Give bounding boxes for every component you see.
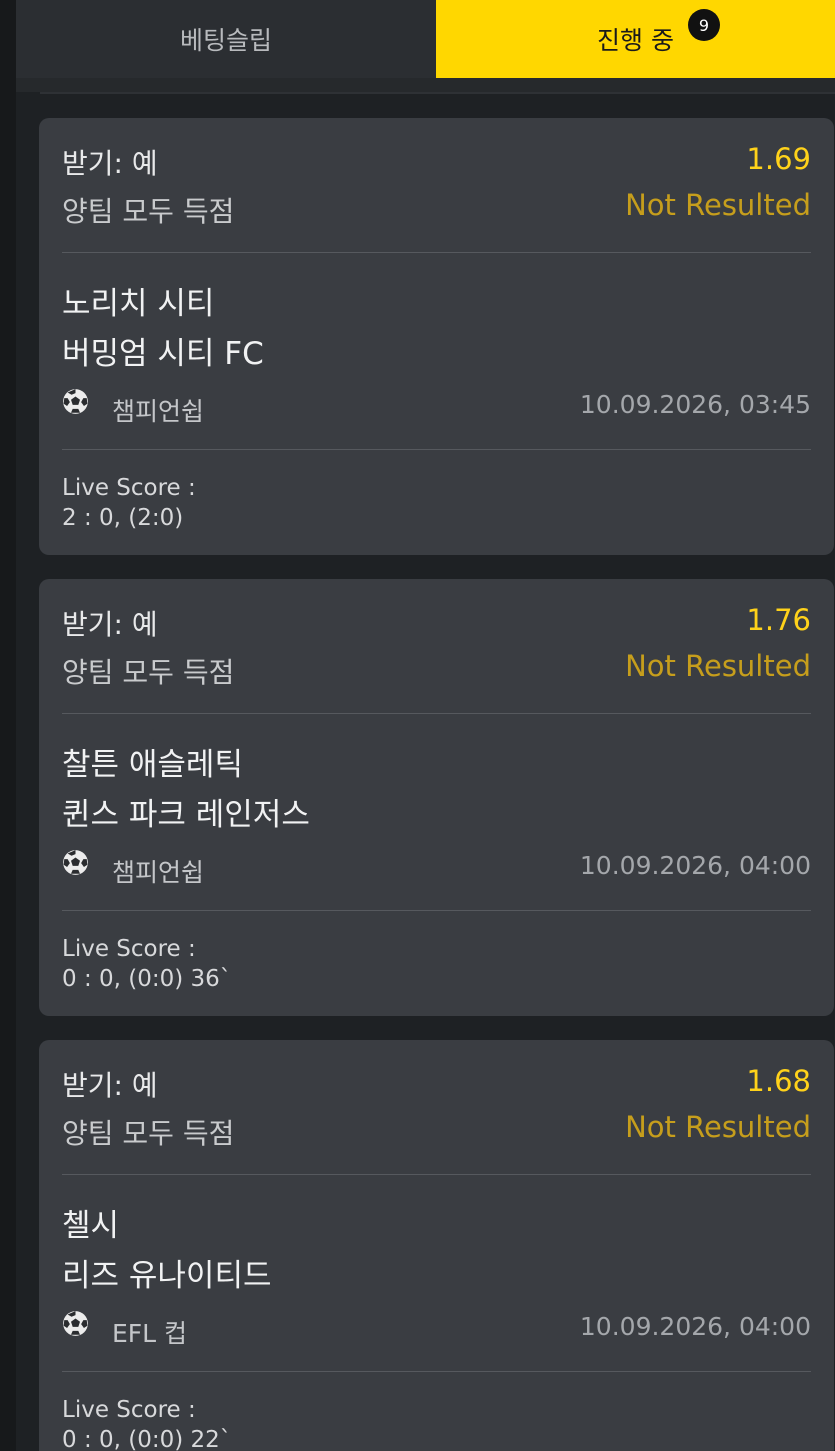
bet-selection: 받기: 예 — [62, 1069, 158, 1102]
league-name: 챔피언쉽 — [112, 397, 205, 426]
soccer-ball-icon — [63, 850, 88, 875]
live-score-label: Live Score : — [62, 936, 196, 962]
live-score-value: 0 : 0, (0:0) 36` — [62, 966, 232, 992]
home-team: 찰튼 애슬레틱 — [62, 747, 243, 783]
card-divider — [62, 1371, 811, 1372]
count-badge: 9 — [688, 9, 720, 41]
live-score-label: Live Score : — [62, 1397, 196, 1423]
tab-in-progress[interactable]: 진행 중 9 — [436, 0, 835, 78]
league-name: EFL 컵 — [112, 1319, 188, 1348]
soccer-ball-icon — [63, 389, 88, 414]
bet-odds: 1.69 — [746, 142, 811, 176]
bet-status: Not Resulted — [625, 1110, 811, 1144]
bet-status: Not Resulted — [625, 649, 811, 683]
match-datetime: 10.09.2026, 03:45 — [579, 390, 811, 419]
soccer-ball-icon — [63, 1311, 88, 1336]
live-score-label: Live Score : — [62, 475, 196, 501]
bet-card[interactable]: 받기: 예 양팀 모두 득점 1.76 Not Resulted 찰튼 애슬레틱… — [39, 579, 834, 1016]
card-divider — [62, 449, 811, 450]
away-team: 리즈 유나이티드 — [62, 1258, 272, 1294]
bet-selection: 받기: 예 — [62, 147, 158, 180]
bet-status: Not Resulted — [625, 188, 811, 222]
live-score-value: 2 : 0, (2:0) — [62, 505, 184, 531]
tab-bar-underline — [16, 78, 835, 92]
bet-market: 양팀 모두 득점 — [62, 1117, 235, 1150]
tab-betslip[interactable]: 베팅슬립 — [16, 0, 436, 78]
card-divider — [62, 713, 811, 714]
bet-odds: 1.76 — [746, 603, 811, 637]
home-team: 노리치 시티 — [62, 286, 215, 322]
bet-market: 양팀 모두 득점 — [62, 195, 235, 228]
bet-card[interactable]: 받기: 예 양팀 모두 득점 1.68 Not Resulted 첼시 리즈 유… — [39, 1040, 834, 1451]
card-divider — [62, 252, 811, 253]
bet-market: 양팀 모두 득점 — [62, 656, 235, 689]
card-divider — [62, 910, 811, 911]
bet-card[interactable]: 받기: 예 양팀 모두 득점 1.69 Not Resulted 노리치 시티 … — [39, 118, 834, 555]
left-edge-strip — [0, 0, 16, 1451]
home-team: 첼시 — [62, 1208, 120, 1244]
match-datetime: 10.09.2026, 04:00 — [579, 851, 811, 880]
tab-betslip-label: 베팅슬립 — [179, 26, 272, 55]
bet-odds: 1.68 — [746, 1064, 811, 1098]
list-top-divider — [40, 92, 835, 94]
league-name: 챔피언쉽 — [112, 858, 205, 887]
away-team: 버밍엄 시티 FC — [62, 336, 264, 372]
away-team: 퀸스 파크 레인저스 — [62, 797, 310, 833]
card-divider — [62, 1174, 811, 1175]
tab-in-progress-label: 진행 중 — [597, 26, 674, 55]
app-frame: 베팅슬립 진행 중 9 받기: 예 양팀 모두 득점 1.69 Not Resu… — [0, 0, 835, 1451]
tab-bar: 베팅슬립 진행 중 9 — [16, 0, 835, 78]
match-datetime: 10.09.2026, 04:00 — [579, 1312, 811, 1341]
live-score-value: 0 : 0, (0:0) 22` — [62, 1427, 232, 1451]
bet-selection: 받기: 예 — [62, 608, 158, 641]
